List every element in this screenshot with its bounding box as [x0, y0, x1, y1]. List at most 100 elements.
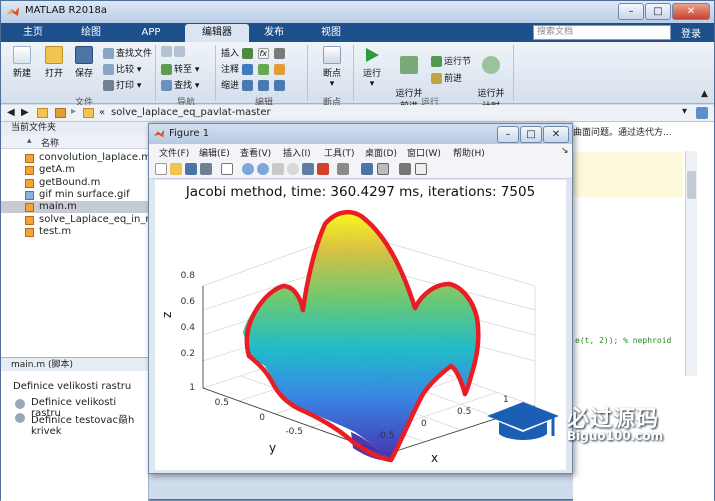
goto-button[interactable]: 转至 ▾ — [161, 62, 199, 75]
show-plot-tools-icon[interactable] — [415, 163, 427, 175]
figure-menubar: 文件(F) 编辑(E) 查看(V) 插入(I) 工具(T) 桌面(D) 窗口(W… — [149, 144, 572, 160]
run-section-icon — [431, 56, 442, 67]
data-cursor-icon[interactable] — [302, 163, 314, 175]
compare-icon — [103, 64, 114, 75]
scrollbar-thumb[interactable] — [687, 171, 696, 199]
new-button[interactable]: 新建 — [7, 46, 37, 79]
path-prefix[interactable]: « — [99, 107, 105, 118]
file-list-item[interactable]: getBound.m — [1, 177, 149, 189]
tab-plots[interactable]: 绘图 — [65, 24, 117, 42]
tab-home[interactable]: 主页 — [9, 24, 57, 42]
link-plot-icon[interactable] — [337, 163, 349, 175]
path-dropdown-icon[interactable]: ▾ — [682, 106, 687, 117]
file-list-item[interactable]: gif min surface.gif — [1, 189, 149, 201]
forward-icon[interactable]: ▶ — [21, 107, 29, 118]
file-name: main.m — [39, 201, 77, 213]
surface-body — [243, 212, 479, 460]
file-name: test.m — [39, 225, 72, 237]
find-files-button[interactable]: 查找文件 — [103, 46, 152, 59]
menu-view[interactable]: 查看(V) — [240, 146, 271, 159]
z-tick-label: 0.8 — [181, 271, 196, 281]
file-list-item[interactable]: solve_Laplace_eq_in_matl — [1, 214, 149, 226]
menu-insert[interactable]: 插入(I) — [283, 146, 311, 159]
file-name: convolution_laplace.m — [39, 152, 149, 163]
details-item[interactable]: Definice testovac赑h krivek — [31, 411, 148, 437]
back-icon[interactable]: ◀ — [7, 107, 15, 118]
open-file-icon[interactable] — [170, 163, 182, 175]
find-icon — [161, 80, 172, 91]
advance-button[interactable]: 前进 — [431, 71, 462, 84]
current-path[interactable]: solve_laplace_eq_pavlat-master — [111, 107, 271, 118]
run-section-button[interactable]: 运行节 — [431, 54, 471, 67]
details-panel: Definice velikosti rastru Definice velik… — [1, 371, 149, 501]
new-figure-icon[interactable] — [155, 163, 167, 175]
close-button[interactable]: ✕ — [672, 3, 710, 20]
print-figure-icon[interactable] — [200, 163, 212, 175]
m-file-icon — [25, 178, 34, 188]
goto-icon — [161, 64, 172, 75]
file-list-item[interactable]: test.m — [1, 226, 149, 238]
editor-ribbon: 新建 打开 保存 查找文件 比较 ▾ 打印 ▾ 文件 转至 ▾ 查找 ▾ 导航 … — [1, 42, 714, 112]
search-documentation-input[interactable]: 搜索文档 — [533, 25, 671, 40]
tab-view[interactable]: 视图 — [305, 24, 357, 42]
save-figure-icon[interactable] — [185, 163, 197, 175]
file-list-item[interactable]: main.m — [1, 201, 149, 214]
tab-editor[interactable]: 编辑器 — [185, 24, 249, 42]
indent-button[interactable]: 缩进 — [221, 78, 287, 91]
menu-window[interactable]: 窗口(W) — [407, 146, 441, 159]
search-folder-icon[interactable] — [696, 107, 708, 119]
run-and-time-button[interactable]: 运行并 计时 — [473, 46, 509, 112]
insert-button[interactable]: 插入 fx — [221, 46, 287, 59]
file-name: gif min surface.gif — [39, 188, 130, 200]
edit-plot-icon[interactable] — [221, 163, 233, 175]
editor-code-line: e(t, 2)); % nephroid — [575, 336, 672, 345]
editor-comment-band — [573, 152, 683, 197]
menu-tools[interactable]: 工具(T) — [324, 146, 355, 159]
zoom-in-icon[interactable] — [242, 163, 254, 175]
tab-publish[interactable]: 发布 — [251, 24, 297, 42]
find-button[interactable]: 查找 ▾ — [161, 78, 199, 91]
find-files-icon — [103, 48, 114, 59]
browse-folder-icon[interactable] — [55, 108, 66, 118]
rotate-3d-icon[interactable] — [287, 163, 299, 175]
login-link[interactable]: 登录 — [681, 25, 701, 40]
ribbon-collapse-icon[interactable]: ▲ — [701, 89, 708, 99]
nav-arrows[interactable] — [161, 46, 187, 57]
insert-colorbar-icon[interactable] — [361, 163, 373, 175]
matlab-window: MATLAB R2018a – □ ✕ 主页 绘图 APP 编辑器 发布 视图 … — [0, 0, 715, 501]
maximize-button[interactable]: □ — [645, 3, 671, 20]
pan-icon[interactable] — [272, 163, 284, 175]
current-folder-header: 当前文件夹 — [1, 122, 149, 135]
editor-scrollbar[interactable] — [685, 151, 697, 376]
save-button[interactable]: 保存 — [69, 46, 99, 79]
figure-minimize-button[interactable]: – — [497, 126, 519, 143]
figure-close-button[interactable]: ✕ — [543, 126, 569, 143]
up-folder-icon[interactable] — [37, 108, 48, 118]
uncomment-icon — [257, 64, 269, 75]
minimize-button[interactable]: – — [618, 3, 644, 20]
zoom-out-icon[interactable] — [257, 163, 269, 175]
hide-plot-tools-icon[interactable] — [399, 163, 411, 175]
menu-desktop[interactable]: 桌面(D) — [365, 146, 397, 159]
watermark-subtext: Biguo100.com — [567, 429, 664, 443]
file-list-item[interactable]: getA.m — [1, 164, 149, 176]
brush-icon[interactable] — [317, 163, 329, 175]
insert-legend-icon[interactable] — [377, 163, 389, 175]
figure-maximize-button[interactable]: □ — [520, 126, 542, 143]
breakpoints-button[interactable]: 断点 ▾ — [315, 46, 349, 89]
menu-edit[interactable]: 编辑(E) — [199, 146, 230, 159]
file-name: getBound.m — [39, 176, 101, 188]
dock-icon[interactable]: ↘ — [561, 146, 569, 156]
image-file-icon — [25, 190, 34, 200]
tab-apps[interactable]: APP — [125, 24, 177, 42]
file-list-item[interactable]: convolution_laplace.m — [1, 152, 149, 164]
comment-button[interactable]: 注释 — [221, 62, 287, 75]
column-header[interactable]: ▴ 名称 — [1, 135, 149, 149]
run-button[interactable]: 运行 ▾ — [357, 46, 387, 89]
menu-help[interactable]: 帮助(H) — [453, 146, 485, 159]
compare-button[interactable]: 比较 ▾ — [103, 62, 141, 75]
new-icon — [13, 46, 31, 64]
print-button[interactable]: 打印 ▾ — [103, 78, 141, 91]
open-button[interactable]: 打开 — [39, 46, 69, 79]
menu-file[interactable]: 文件(F) — [159, 146, 189, 159]
